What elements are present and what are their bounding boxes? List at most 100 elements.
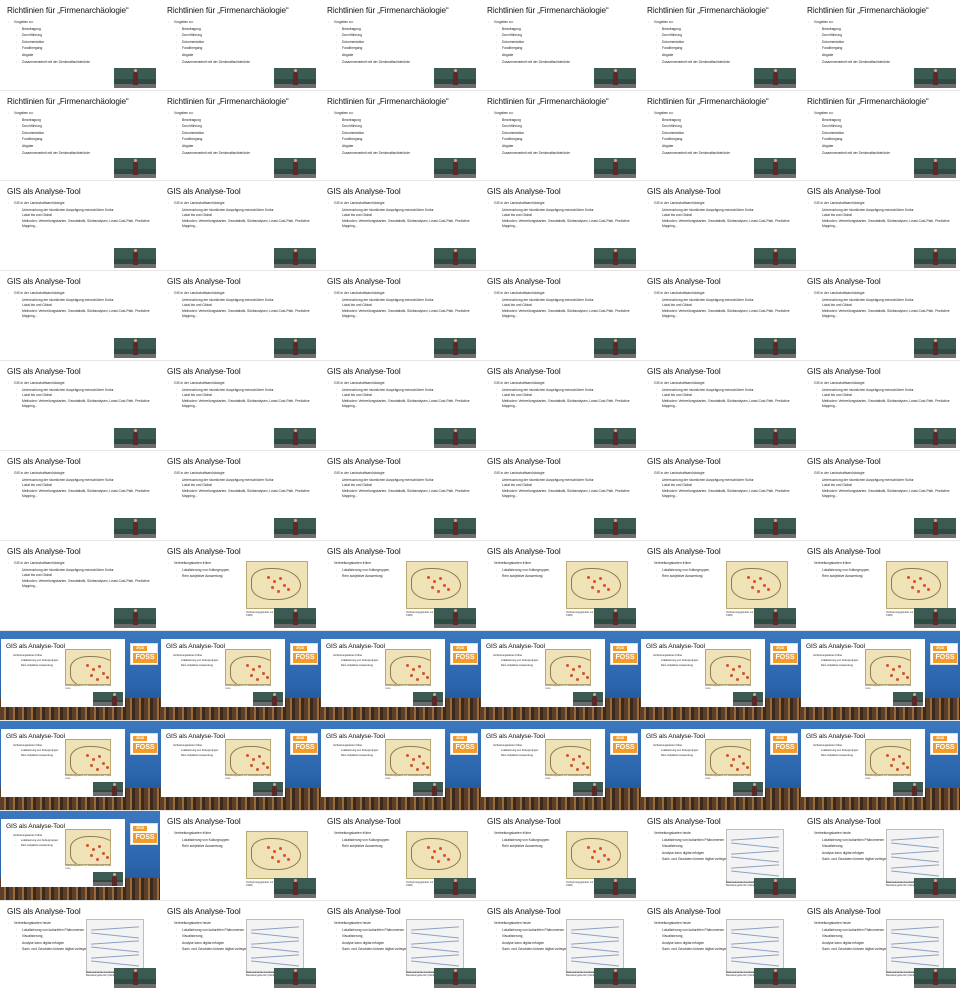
video-thumbnail[interactable]: GIS als Analyse-Tool GIS in der Landschaf… <box>320 360 480 450</box>
video-thumbnail[interactable]: GIS als Analyse-Tool Verbreitungskarten f… <box>0 630 160 720</box>
video-thumbnail[interactable]: Richtlinien für „Firmenarchäologie“ Vorga… <box>160 0 320 90</box>
video-thumbnail[interactable]: GIS als Analyse-Tool Verbreitungskarten f… <box>800 540 960 630</box>
video-thumbnail[interactable]: GIS als Analyse-Tool GIS in der Landschaf… <box>320 450 480 540</box>
video-thumbnail[interactable]: GIS als Analyse-Tool GIS in der Landschaf… <box>160 450 320 540</box>
speaker-head <box>753 783 756 786</box>
list-item: Methoden: Verbreitungskarten, Geostatist… <box>168 398 316 407</box>
bullet-list: Verbreitungskarten früherLokalisierung v… <box>168 560 240 580</box>
video-thumbnail[interactable]: GIS als Analyse-Tool GIS in der Landschaf… <box>0 180 160 270</box>
video-thumbnail[interactable]: GIS als Analyse-Tool GIS in der Landschaf… <box>320 270 480 360</box>
video-thumbnail[interactable]: GIS als Analyse-Tool Verbreitungskarten f… <box>480 720 640 810</box>
list-item: Dokumentation <box>488 130 636 137</box>
video-thumbnail[interactable]: GIS als Analyse-Tool GIS in der Landschaf… <box>480 360 640 450</box>
video-thumbnail[interactable]: GIS als Analyse-Tool GIS in der Landschaf… <box>800 450 960 540</box>
video-thumbnail[interactable]: GIS als Analyse-Tool Verbreitungskarten f… <box>160 540 320 630</box>
video-thumbnail[interactable]: GIS als Analyse-Tool GIS in der Landschaf… <box>480 180 640 270</box>
video-thumbnail[interactable]: GIS als Analyse-Tool GIS in der Landschaf… <box>800 180 960 270</box>
video-thumbnail[interactable]: GIS als Analyse-Tool Verbreitungskarten f… <box>320 540 480 630</box>
video-thumbnail[interactable]: GIS als Analyse-Tool GIS in der Landschaf… <box>800 360 960 450</box>
map-contour <box>91 954 139 959</box>
video-thumbnail[interactable]: GIS als Analyse-Tool GIS in der Landschaf… <box>0 540 160 630</box>
video-thumbnail[interactable]: GIS als Analyse-Tool Verbreitungskarten f… <box>320 810 480 900</box>
speaker-head <box>774 339 777 342</box>
video-thumbnail[interactable]: GIS als Analyse-Tool Verbreitungskarten f… <box>800 720 960 810</box>
distribution-map-image <box>545 649 591 685</box>
map-contour <box>891 954 939 959</box>
distribution-map-image <box>545 739 591 775</box>
list-item: Visualisierung <box>808 843 880 850</box>
video-thumbnail[interactable]: GIS als Analyse-Tool Verbreitungskarten h… <box>480 900 640 990</box>
video-thumbnail[interactable]: GIS als Analyse-Tool GIS in der Landschaf… <box>160 270 320 360</box>
foss-logo-year: 2018 <box>453 646 467 651</box>
video-thumbnail[interactable]: Richtlinien für „Firmenarchäologie“ Vorga… <box>160 90 320 180</box>
video-thumbnail[interactable]: GIS als Analyse-Tool GIS in der Landschaf… <box>160 360 320 450</box>
video-thumbnail[interactable]: GIS als Analyse-Tool GIS in der Landschaf… <box>480 450 640 540</box>
map-outline <box>731 568 781 600</box>
video-thumbnail[interactable]: GIS als Analyse-Tool GIS in der Landschaf… <box>640 360 800 450</box>
list-item: Abgabe <box>488 52 636 59</box>
foss-logo: 2018 FOSS <box>610 643 638 665</box>
video-thumbnail[interactable]: GIS als Analyse-Tool GIS in der Landschaf… <box>640 270 800 360</box>
video-thumbnail[interactable]: GIS als Analyse-Tool GIS in der Landschaf… <box>0 270 160 360</box>
video-thumbnail[interactable]: Richtlinien für „Firmenarchäologie“ Vorga… <box>640 0 800 90</box>
map-find-marker <box>90 764 93 767</box>
video-thumbnail[interactable]: Richtlinien für „Firmenarchäologie“ Vorga… <box>320 90 480 180</box>
video-thumbnail[interactable]: GIS als Analyse-Tool GIS in der Landschaf… <box>0 450 160 540</box>
list-item: Dokumentation <box>8 39 156 46</box>
list-item: GIS in der Landschaftsarchäologie <box>808 290 956 297</box>
video-thumbnail[interactable]: Richtlinien für „Firmenarchäologie“ Vorga… <box>480 0 640 90</box>
speaker-video <box>594 248 636 268</box>
video-thumbnail[interactable]: GIS als Analyse-Tool GIS in der Landschaf… <box>320 180 480 270</box>
video-thumbnail[interactable]: Richtlinien für „Firmenarchäologie“ Vorga… <box>320 0 480 90</box>
video-thumbnail[interactable]: GIS als Analyse-Tool Verbreitungskarten f… <box>480 630 640 720</box>
bullet-list: GIS in der LandschaftsarchäologieUntersu… <box>8 200 156 228</box>
speaker-video <box>914 248 956 268</box>
video-thumbnail[interactable]: GIS als Analyse-Tool Verbreitungskarten f… <box>160 810 320 900</box>
list-item: Beantragung <box>168 26 316 33</box>
list-item: Lokal bis und Global <box>168 482 316 489</box>
video-thumbnail[interactable]: Richtlinien für „Firmenarchäologie“ Vorga… <box>640 90 800 180</box>
video-thumbnail[interactable]: GIS als Analyse-Tool Verbreitungskarten f… <box>800 630 960 720</box>
video-thumbnail[interactable]: Richtlinien für „Firmenarchäologie“ Vorga… <box>480 90 640 180</box>
projected-slide: GIS als Analyse-Tool Verbreitungskarten f… <box>321 729 445 797</box>
map-contour <box>731 850 779 855</box>
video-thumbnail[interactable]: Richtlinien für „Firmenarchäologie“ Vorga… <box>0 0 160 90</box>
video-thumbnail[interactable]: GIS als Analyse-Tool Verbreitungskarten f… <box>160 630 320 720</box>
video-thumbnail[interactable]: GIS als Analyse-Tool Verbreitungskarten f… <box>160 720 320 810</box>
video-thumbnail[interactable]: GIS als Analyse-Tool GIS in der Landschaf… <box>480 270 640 360</box>
map-find-marker <box>753 580 756 583</box>
list-item: Lokalisierung von Kulturgruppen <box>488 567 560 574</box>
speaker-video <box>434 158 476 178</box>
video-thumbnail[interactable]: GIS als Analyse-Tool Verbreitungskarten f… <box>640 630 800 720</box>
video-thumbnail[interactable]: GIS als Analyse-Tool GIS in der Landschaf… <box>160 180 320 270</box>
video-thumbnail[interactable]: GIS als Analyse-Tool Verbreitungskarten h… <box>800 810 960 900</box>
video-thumbnail[interactable]: GIS als Analyse-Tool Verbreitungskarten h… <box>640 810 800 900</box>
map-find-marker <box>593 850 596 853</box>
video-thumbnail[interactable]: GIS als Analyse-Tool GIS in der Landschaf… <box>0 360 160 450</box>
video-thumbnail[interactable]: GIS als Analyse-Tool Verbreitungskarten h… <box>320 900 480 990</box>
video-thumbnail[interactable]: GIS als Analyse-Tool Verbreitungskarten h… <box>160 900 320 990</box>
video-thumbnail[interactable]: GIS als Analyse-Tool Verbreitungskarten h… <box>640 900 800 990</box>
video-thumbnail[interactable]: GIS als Analyse-Tool Verbreitungskarten f… <box>480 810 640 900</box>
video-thumbnail[interactable]: GIS als Analyse-Tool Verbreitungskarten f… <box>320 630 480 720</box>
video-thumbnail[interactable]: GIS als Analyse-Tool Verbreitungskarten f… <box>320 720 480 810</box>
video-thumbnail[interactable]: Richtlinien für „Firmenarchäologie“ Vorga… <box>0 90 160 180</box>
video-thumbnail[interactable]: GIS als Analyse-Tool Verbreitungskarten f… <box>0 720 160 810</box>
speaker-head <box>294 339 297 342</box>
video-thumbnail[interactable]: GIS als Analyse-Tool Verbreitungskarten h… <box>0 900 160 990</box>
speaker-figure <box>133 342 138 355</box>
map-contour <box>251 960 299 967</box>
speaker-figure <box>293 162 298 175</box>
video-thumbnail[interactable]: GIS als Analyse-Tool Verbreitungskarten f… <box>480 540 640 630</box>
speaker-head <box>934 969 937 972</box>
video-thumbnail[interactable]: GIS als Analyse-Tool GIS in der Landschaf… <box>640 180 800 270</box>
list-item: Fundlbergang <box>168 45 316 52</box>
video-thumbnail[interactable]: GIS als Analyse-Tool GIS in der Landschaf… <box>800 270 960 360</box>
video-thumbnail[interactable]: GIS als Analyse-Tool Verbreitungskarten f… <box>640 720 800 810</box>
video-thumbnail[interactable]: GIS als Analyse-Tool Verbreitungskarten h… <box>800 900 960 990</box>
video-thumbnail[interactable]: GIS als Analyse-Tool GIS in der Landschaf… <box>640 450 800 540</box>
video-thumbnail[interactable]: GIS als Analyse-Tool Verbreitungskarten f… <box>640 540 800 630</box>
video-thumbnail[interactable]: Richtlinien für „Firmenarchäologie“ Vorga… <box>800 0 960 90</box>
video-thumbnail[interactable]: GIS als Analyse-Tool Verbreitungskarten f… <box>0 810 160 900</box>
video-thumbnail[interactable]: Richtlinien für „Firmenarchäologie“ Vorga… <box>800 90 960 180</box>
